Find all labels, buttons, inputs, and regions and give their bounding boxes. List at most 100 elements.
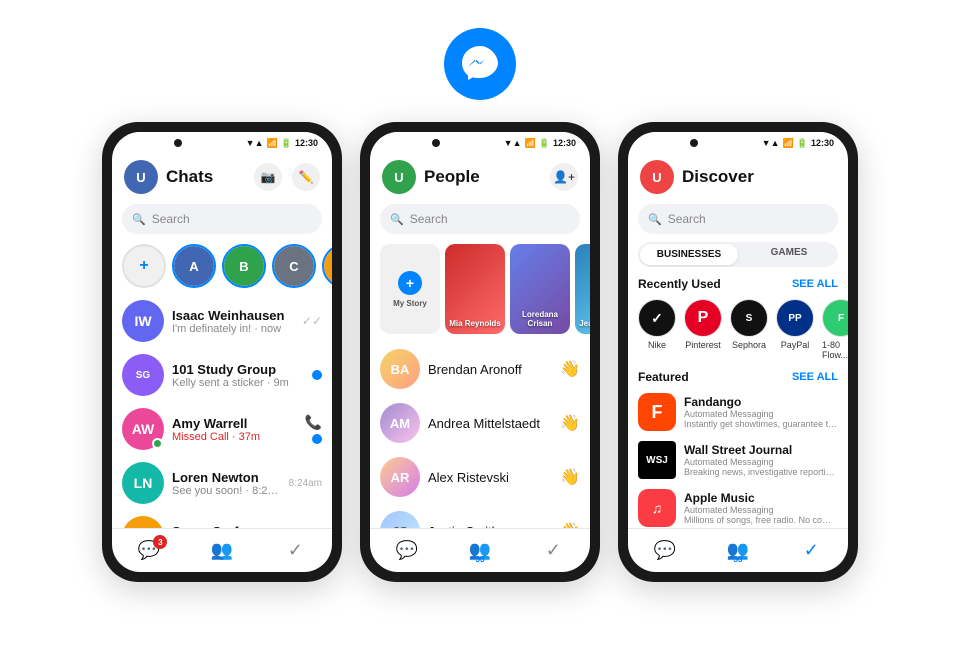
chat-info-3: Amy Warrell Missed Call · 37m [172,416,297,443]
story-card-name-1: Mia Reynolds [449,319,501,328]
search-icon-2: 🔍 [390,213,404,226]
chat-avatar-4: LN [122,462,164,504]
fandango-desc: Instantly get showtimes, guarantee tick.… [684,419,838,429]
apple-music-logo: ♫ [638,489,676,527]
pinterest-label: Pinterest [685,340,721,350]
wsj-sub: Automated Messaging [684,457,838,467]
wave-icon-3[interactable]: 👋 [560,467,580,487]
chats-title: Chats [166,167,246,187]
search-icon: 🔍 [132,213,146,226]
discover-search[interactable]: 🔍 Search [638,204,838,234]
bottom-nav-1: 💬 3 👥 ✓ [112,528,332,572]
chat-info-1: Isaac Weinhausen I'm definately in! · no… [172,308,294,335]
people-header: U People 👤+ [370,154,590,200]
brand-paypal[interactable]: PP PayPal [776,299,814,360]
nav-chat-3[interactable]: 💬 [628,529,701,572]
story-card-3[interactable]: Jean-M Denis [575,244,590,334]
chat-preview-4: See you soon! · 8:24am [172,485,281,497]
nav-chat[interactable]: 💬 3 [112,529,185,572]
story-2[interactable]: B [222,244,266,288]
status-icons-2: ▼▲📶🔋 12:30 [504,138,576,149]
chat-item-4[interactable]: LN Loren Newton See you soon! · 8:24am 8… [112,456,332,510]
add-friend-button[interactable]: 👤+ [550,163,578,191]
apple-music-name: Apple Music [684,491,838,505]
brand-nike[interactable]: ✓ Nike [638,299,676,360]
my-story-card[interactable]: + My Story [380,244,440,334]
nav-discover[interactable]: ✓ [775,529,848,572]
featured-fandango[interactable]: F Fandango Automated Messaging Instantly… [628,388,848,436]
story-1[interactable]: A [172,244,216,288]
brand-sephora[interactable]: S Sephora [730,299,768,360]
user-avatar: U [124,160,158,194]
people-item-4[interactable]: JS Justin Smith 👋 [370,504,590,528]
status-bar-2: ▼▲📶🔋 12:30 [370,132,590,154]
chat-info-2: 101 Study Group Kelly sent a sticker · 9… [172,362,304,389]
chat-meta-2 [312,370,322,380]
nav-people[interactable]: 👥 [185,529,258,572]
nav-people-2[interactable]: 👥 33 [443,529,516,572]
chat-preview-2: Kelly sent a sticker · 9m [172,377,304,389]
apple-music-sub: Automated Messaging [684,505,838,515]
apple-music-desc: Millions of songs, free radio. No commit… [684,515,838,525]
search-label: Search [152,212,190,226]
paypal-label: PayPal [781,340,810,350]
brand-flow[interactable]: F 1-80 Flow... [822,299,848,360]
chat-nav-icon-2: 💬 [395,540,417,561]
people-search[interactable]: 🔍 Search [380,204,580,234]
stories-row: + A B C D [112,240,332,294]
story-card-2[interactable]: Loredana Crisan [510,244,570,334]
tab-games[interactable]: GAMES [740,242,838,267]
nav-chat-2[interactable]: 💬 [370,529,443,572]
people-item-3[interactable]: AR Alex Ristevski 👋 [370,450,590,504]
chat-item-1[interactable]: IW Isaac Weinhausen I'm definately in! ·… [112,294,332,348]
check-nav-icon-2: ✓ [546,540,561,561]
people-list: BA Brendan Aronoff 👋 AM Andrea Mittelsta… [370,342,590,528]
people-item-1[interactable]: BA Brendan Aronoff 👋 [370,342,590,396]
camera-notch-3 [690,139,698,147]
online-indicator [152,438,163,449]
see-all-1[interactable]: SEE ALL [792,278,838,290]
people-item-2[interactable]: AM Andrea Mittelstaedt 👋 [370,396,590,450]
user-avatar-2: U [382,160,416,194]
story-4[interactable]: D [322,244,332,288]
chat-avatar-1: IW [122,300,164,342]
camera-button[interactable]: 📷 [254,163,282,191]
wsj-logo: WSJ [638,441,676,479]
chat-meta-3: 📞 [305,414,322,444]
story-card-1[interactable]: Mia Reynolds [445,244,505,334]
compose-button[interactable]: ✏️ [292,163,320,191]
brand-pinterest[interactable]: P Pinterest [684,299,722,360]
bottom-nav-3: 💬 👥 33 ✓ [628,528,848,572]
chat-item-2[interactable]: SG 101 Study Group Kelly sent a sticker … [112,348,332,402]
see-all-2[interactable]: SEE ALL [792,371,838,383]
discover-header: U Discover [628,154,848,200]
story-3[interactable]: C [272,244,316,288]
nav-people-3[interactable]: 👥 33 [701,529,774,572]
chats-search[interactable]: 🔍 Search [122,204,322,234]
discover-nav-icon: ✓ [804,540,819,561]
featured-apple-music[interactable]: ♫ Apple Music Automated Messaging Millio… [628,484,848,528]
status-bar-3: ▼▲📶🔋 12:30 [628,132,848,154]
chat-name-3: Amy Warrell [172,416,297,431]
featured-wsj[interactable]: WSJ Wall Street Journal Automated Messag… [628,436,848,484]
nav-check-2[interactable]: ✓ [517,529,590,572]
my-story-plus: + [398,271,422,295]
apple-music-info: Apple Music Automated Messaging Millions… [684,491,838,525]
wave-icon-2[interactable]: 👋 [560,413,580,433]
status-icons-3: ▼▲📶🔋 12:30 [762,138,834,149]
nav-check[interactable]: ✓ [259,529,332,572]
phones-row: ▼▲ 📶 🔋 12:30 U Chats 📷 ✏️ 🔍 Search [102,122,858,582]
chat-list: IW Isaac Weinhausen I'm definately in! ·… [112,294,332,528]
add-story[interactable]: + [122,244,166,288]
status-bar-1: ▼▲ 📶 🔋 12:30 [112,132,332,154]
chat-item-3[interactable]: AW Amy Warrell Missed Call · 37m 📞 [112,402,332,456]
chat-name-2: 101 Study Group [172,362,304,377]
tab-businesses[interactable]: BUSINESSES [640,244,738,265]
people-stories: + My Story Mia Reynolds Loredana Crisan … [370,240,590,342]
wave-icon-1[interactable]: 👋 [560,359,580,379]
nike-label: Nike [648,340,666,350]
discover-badge: 33 [734,555,743,564]
wave-icon-4[interactable]: 👋 [560,521,580,528]
chat-item-5[interactable]: SS Super Surfers Tomorrow is great · Mon… [112,510,332,528]
people-nav-icon: 👥 [211,540,233,561]
